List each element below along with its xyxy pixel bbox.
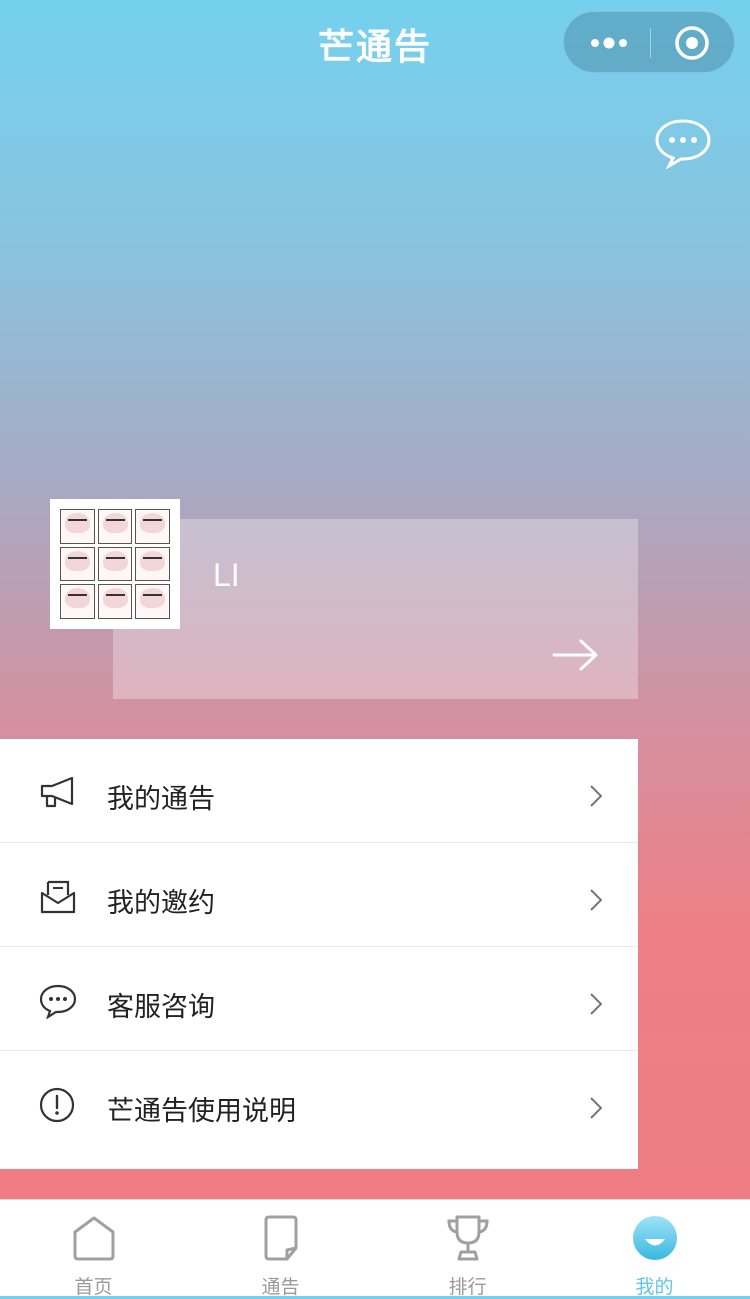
- menu-item-label: 客服咨询: [107, 992, 215, 1023]
- tab-label: 通告: [261, 1276, 300, 1298]
- chevron-right-icon: [590, 993, 603, 1015]
- avatar-image: [60, 509, 170, 619]
- miniprogram-capsule: [563, 11, 735, 73]
- trophy-icon: [447, 1215, 489, 1261]
- profile-name: LI: [213, 557, 240, 593]
- profile-face-icon: [633, 1216, 677, 1260]
- tab-label: 排行: [448, 1276, 487, 1298]
- capsule-divider: [650, 28, 651, 58]
- info-exclamation-icon: [39, 1087, 75, 1123]
- menu-item-label: 我的邀约: [107, 888, 215, 919]
- menu-item-usage-guide[interactable]: 芒通告使用说明: [0, 1051, 638, 1169]
- envelope-icon: [40, 880, 76, 914]
- menu-item-label: 我的通告: [107, 784, 215, 815]
- home-icon: [73, 1216, 115, 1261]
- document-icon: [264, 1215, 298, 1261]
- arrow-right-icon[interactable]: [551, 637, 601, 673]
- more-dots-icon[interactable]: [589, 32, 629, 54]
- chat-bubble-icon[interactable]: [653, 117, 713, 169]
- tab-bar: 首页 通告 排行 我的: [0, 1199, 750, 1298]
- megaphone-icon: [40, 776, 74, 808]
- menu-item-customer-service[interactable]: 客服咨询: [0, 947, 638, 1051]
- chevron-right-icon: [590, 1097, 603, 1119]
- target-circle-icon[interactable]: [674, 25, 710, 61]
- avatar[interactable]: [50, 499, 180, 629]
- menu-item-my-notices[interactable]: 我的通告: [0, 739, 638, 843]
- chevron-right-icon: [590, 889, 603, 911]
- tab-label: 我的: [635, 1276, 674, 1298]
- chat-bubble-icon: [39, 984, 77, 1019]
- tab-notices[interactable]: 通告: [187, 1200, 374, 1298]
- menu-item-my-invitations[interactable]: 我的邀约: [0, 843, 638, 947]
- tab-home[interactable]: 首页: [0, 1200, 187, 1298]
- tab-mine[interactable]: 我的: [561, 1200, 748, 1298]
- menu-item-label: 芒通告使用说明: [107, 1096, 296, 1127]
- tab-label: 首页: [74, 1276, 113, 1298]
- profile-card[interactable]: LI: [113, 519, 638, 699]
- menu-list: 我的通告 我的邀约 客服咨询 芒通告使用说明: [0, 739, 638, 1169]
- chevron-right-icon: [590, 785, 603, 807]
- tab-ranking[interactable]: 排行: [374, 1200, 561, 1298]
